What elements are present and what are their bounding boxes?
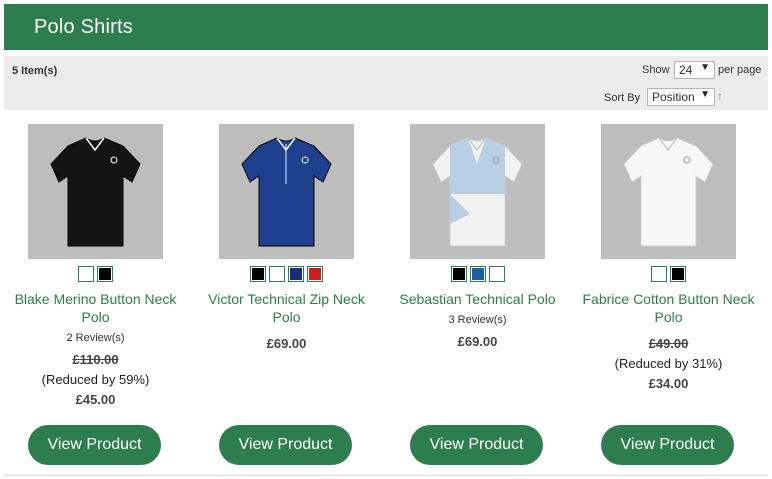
product-name[interactable]: Sebastian Technical Polo <box>390 290 565 308</box>
review-count[interactable]: 2 Review(s) <box>0 332 191 344</box>
color-swatch[interactable] <box>288 266 304 282</box>
price: £69.00 <box>457 334 498 349</box>
dropdown-arrow-icon: ▼ <box>700 62 710 73</box>
swatch-color <box>452 268 465 280</box>
old-price: £49.00 <box>648 336 689 351</box>
polo-shirt-image <box>50 137 141 247</box>
discount-text: (Reduced by 31%) <box>614 356 723 371</box>
price: £34.00 <box>648 376 689 391</box>
arrow-up-icon[interactable]: ↑ <box>717 89 723 103</box>
page-title: Polo Shirts <box>34 16 133 38</box>
polo-shirt-image <box>241 137 332 247</box>
old-price: £110.00 <box>72 352 119 367</box>
per-page-value: 24 <box>679 63 693 77</box>
color-swatch[interactable] <box>450 266 467 282</box>
color-swatch[interactable] <box>78 266 94 282</box>
swatch-color <box>99 268 111 280</box>
swatch-color <box>252 268 264 280</box>
color-swatches <box>382 266 573 282</box>
color-swatches <box>0 266 191 282</box>
review-count[interactable]: 3 Review(s) <box>382 314 573 326</box>
price: £69.00 <box>266 336 307 351</box>
swatch-color <box>653 268 665 280</box>
color-swatch[interactable] <box>651 266 667 282</box>
price: £45.00 <box>75 392 116 407</box>
swatch-color <box>672 268 684 280</box>
color-swatch[interactable] <box>469 266 486 282</box>
sort-value: Position <box>652 90 695 104</box>
product-name[interactable]: Fabrice Cotton Button Neck Polo <box>581 290 756 326</box>
sort-label: Sort By <box>604 92 641 104</box>
swatch-color <box>80 268 92 280</box>
item-count: 5 Item(s) <box>12 65 58 77</box>
product-name[interactable]: Blake Merino Button Neck Polo <box>8 290 183 326</box>
show-label: Show <box>642 64 670 76</box>
color-swatches <box>191 266 382 282</box>
swatch-color <box>471 268 484 280</box>
swatch-color <box>309 268 321 280</box>
view-product-button[interactable]: View Product <box>28 425 161 465</box>
color-swatch[interactable] <box>307 266 323 282</box>
polo-shirt-image <box>623 137 714 247</box>
color-swatches <box>573 266 764 282</box>
product-image[interactable] <box>601 124 736 259</box>
polo-shirt-image <box>432 137 523 247</box>
toolbar: 5 Item(s) Show 24 ▼ per page Sort By Pos… <box>4 56 768 110</box>
swatch-color <box>290 268 302 280</box>
swatch-color <box>490 268 503 280</box>
dropdown-arrow-icon: ▼ <box>700 89 710 100</box>
per-page-select[interactable]: 24 ▼ <box>674 61 715 79</box>
sort-select[interactable]: Position ▼ <box>647 88 715 106</box>
product-image[interactable] <box>410 124 545 259</box>
color-swatch[interactable] <box>269 266 285 282</box>
per-page-label: per page <box>718 64 762 76</box>
product-image[interactable] <box>28 124 163 259</box>
product-name[interactable]: Victor Technical Zip Neck Polo <box>199 290 374 326</box>
color-swatch[interactable] <box>670 266 686 282</box>
view-product-button[interactable]: View Product <box>219 425 352 465</box>
discount-text: (Reduced by 59%) <box>41 372 150 387</box>
swatch-color <box>271 268 283 280</box>
color-swatch[interactable] <box>488 266 505 282</box>
category-header: Polo Shirts <box>4 4 768 50</box>
product-image[interactable] <box>219 124 354 259</box>
divider <box>4 475 768 476</box>
color-swatch[interactable] <box>97 266 113 282</box>
view-product-button[interactable]: View Product <box>601 425 734 465</box>
view-product-button[interactable]: View Product <box>410 425 543 465</box>
color-swatch[interactable] <box>250 266 266 282</box>
